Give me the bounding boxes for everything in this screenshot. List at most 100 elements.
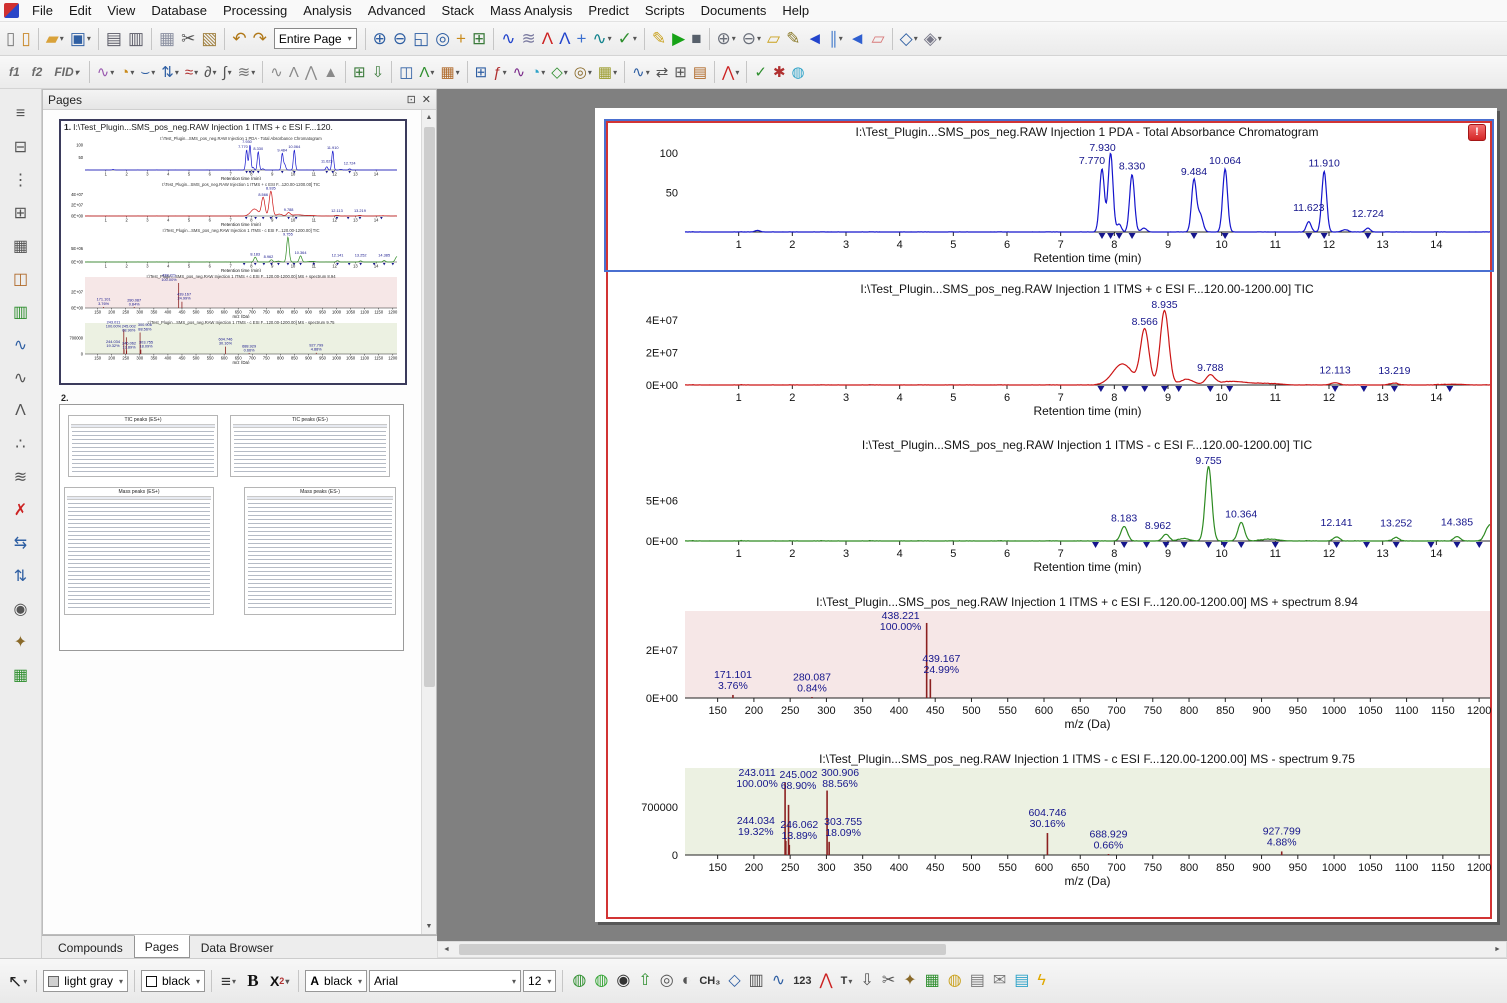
expand-button[interactable]: ⊞: [671, 59, 690, 85]
compounds-panel-button[interactable]: ⊟: [7, 134, 34, 159]
window-function-button[interactable]: ∿▾: [94, 59, 118, 85]
new-page-button[interactable]: ▯: [18, 26, 33, 52]
chart-peak-button[interactable]: Λ: [7, 398, 34, 423]
scroll-right-icon[interactable]: ►: [1489, 942, 1506, 957]
peak-red-button[interactable]: Λ: [539, 26, 556, 52]
eraser-button[interactable]: ▱: [869, 26, 888, 52]
report-button[interactable]: ▤: [690, 59, 710, 85]
flash-button[interactable]: ϟ: [1034, 968, 1048, 994]
numbering-button[interactable]: 123: [790, 968, 814, 994]
zoom-out-button[interactable]: ⊖: [390, 26, 410, 52]
menu-database[interactable]: Database: [143, 1, 215, 20]
settings-button[interactable]: ✱: [770, 59, 789, 85]
menu-scripts[interactable]: Scripts: [637, 1, 693, 20]
chart-canvas-5[interactable]: 1502002503003504004505005506006507007508…: [597, 768, 1495, 910]
f1-button[interactable]: f1: [3, 63, 26, 81]
nmr-button[interactable]: ∿: [510, 59, 529, 85]
print-button[interactable]: ▤: [103, 26, 125, 52]
grid-panel-button[interactable]: ▦: [7, 233, 34, 258]
preview-table-button[interactable]: ⊞: [469, 26, 489, 52]
noise-button[interactable]: ≋▾: [235, 59, 259, 85]
highlighter-button[interactable]: ▱: [764, 26, 783, 52]
split-button[interactable]: ⇆: [7, 530, 34, 555]
cut-small-button[interactable]: ✂: [879, 968, 898, 994]
text-tool-button[interactable]: T▾: [838, 968, 856, 994]
align-select[interactable]: ≡▾: [218, 968, 239, 994]
tab-compounds[interactable]: Compounds: [47, 936, 134, 958]
menu-analysis[interactable]: Analysis: [295, 1, 359, 20]
scroll-down-icon[interactable]: ▼: [422, 919, 436, 934]
export-db-button[interactable]: ◍: [789, 59, 808, 85]
target-button[interactable]: ◎▾: [571, 59, 595, 85]
tab-pages[interactable]: Pages: [134, 935, 190, 958]
print-preview-button[interactable]: ▥: [125, 26, 147, 52]
view-button[interactable]: ◉: [7, 596, 34, 621]
benzene-button[interactable]: ◇▾: [897, 26, 921, 52]
scrollbar-thumb[interactable]: [459, 944, 946, 955]
import-button[interactable]: ⇩: [369, 59, 388, 85]
db-upload-button[interactable]: ⇧: [635, 968, 654, 994]
scroll-up-icon[interactable]: ▲: [422, 110, 436, 125]
pointer-tool-button[interactable]: ↖▾: [5, 968, 30, 994]
cut-button[interactable]: ✂: [178, 26, 198, 52]
chart-tools-button[interactable]: ∿: [769, 968, 788, 994]
menu-documents[interactable]: Documents: [693, 1, 775, 20]
chart-canvas-2[interactable]: 12345678910111213140E+002E+074E+07Retent…: [597, 298, 1495, 428]
verify-button[interactable]: ✓▾: [615, 26, 640, 52]
db-spy-button[interactable]: ◉: [613, 968, 633, 994]
chart-red-button[interactable]: ⋀: [817, 968, 836, 994]
font-family-select[interactable]: Arial▾: [369, 970, 521, 992]
lines-tool-button[interactable]: ∥▾: [826, 26, 846, 52]
calc-table-button[interactable]: ▦▾: [595, 59, 620, 85]
ch3-label-button[interactable]: CH₃: [696, 968, 723, 994]
table-green-button[interactable]: ▦: [922, 968, 943, 994]
chart-canvas-4[interactable]: 1502002503003504004505005506006507007508…: [597, 611, 1495, 742]
spectra-panel-button[interactable]: ▥: [7, 299, 34, 324]
spectrum-small-3-button[interactable]: ⋀: [302, 59, 320, 85]
redo-button[interactable]: ↷: [250, 26, 270, 52]
align-spectra-button[interactable]: ◫: [396, 59, 416, 85]
smooth-button[interactable]: ≈▾: [182, 59, 201, 85]
zoom-level-select[interactable]: Entire Page▾: [274, 28, 357, 49]
phase-button[interactable]: ◔▾: [117, 59, 137, 85]
baseline-button[interactable]: ∿▾: [589, 26, 614, 52]
pin-button[interactable]: ✦: [900, 968, 919, 994]
menu-edit[interactable]: Edit: [61, 1, 99, 20]
chart-canvas-1[interactable]: 123456789101112131450100Retention time (…: [597, 141, 1495, 270]
fid-button[interactable]: FID▾: [48, 63, 84, 81]
f2-button[interactable]: f2: [26, 63, 49, 81]
undo-button[interactable]: ↶: [229, 26, 249, 52]
menu-file[interactable]: File: [24, 1, 61, 20]
tools-button[interactable]: ✦: [7, 629, 34, 654]
menu-predict[interactable]: Predict: [580, 1, 636, 20]
save-button[interactable]: ▣▾: [67, 26, 94, 52]
zoom-region-button[interactable]: ◱: [410, 26, 432, 52]
tab-data-browser[interactable]: Data Browser: [190, 936, 285, 958]
stop-script-button[interactable]: ■: [688, 26, 704, 52]
browser-panel-button[interactable]: ◫: [7, 266, 34, 291]
scatter-panel-button[interactable]: ∴: [7, 431, 34, 456]
run-script-button[interactable]: ▶: [669, 26, 688, 52]
document-page[interactable]: I:\Test_Plugin...SMS_pos_neg.RAW Injecti…: [595, 108, 1497, 922]
zoom-in-button[interactable]: ⊕: [370, 26, 390, 52]
new-document-button[interactable]: ▯: [3, 26, 18, 52]
mail-button[interactable]: ✉: [990, 968, 1009, 994]
menu-help[interactable]: Help: [774, 1, 817, 20]
options-panel-button[interactable]: ⋮: [7, 167, 34, 192]
db-search-button[interactable]: ◎: [657, 968, 677, 994]
horizontal-scrollbar[interactable]: ◄ ►: [437, 941, 1507, 958]
magnifier-button[interactable]: ⊖▾: [739, 26, 764, 52]
menu-stack[interactable]: Stack: [434, 1, 483, 20]
pan-button[interactable]: +: [453, 26, 469, 52]
scrollbar-thumb[interactable]: [424, 127, 435, 687]
line-color-select[interactable]: black▾: [141, 970, 205, 992]
panel-float-icon[interactable]: ⊡: [407, 93, 416, 106]
menu-view[interactable]: View: [99, 1, 143, 20]
export-table-button[interactable]: ⊞: [350, 59, 369, 85]
db-open-button[interactable]: ◍: [591, 968, 611, 994]
bold-button[interactable]: B: [241, 969, 265, 993]
align-button[interactable]: ⇄: [653, 59, 672, 85]
pointer-blue-button[interactable]: ◄: [846, 26, 869, 52]
font-color-select[interactable]: Ablack▾: [305, 970, 367, 992]
db-fetch-button[interactable]: ◐: [679, 968, 695, 994]
